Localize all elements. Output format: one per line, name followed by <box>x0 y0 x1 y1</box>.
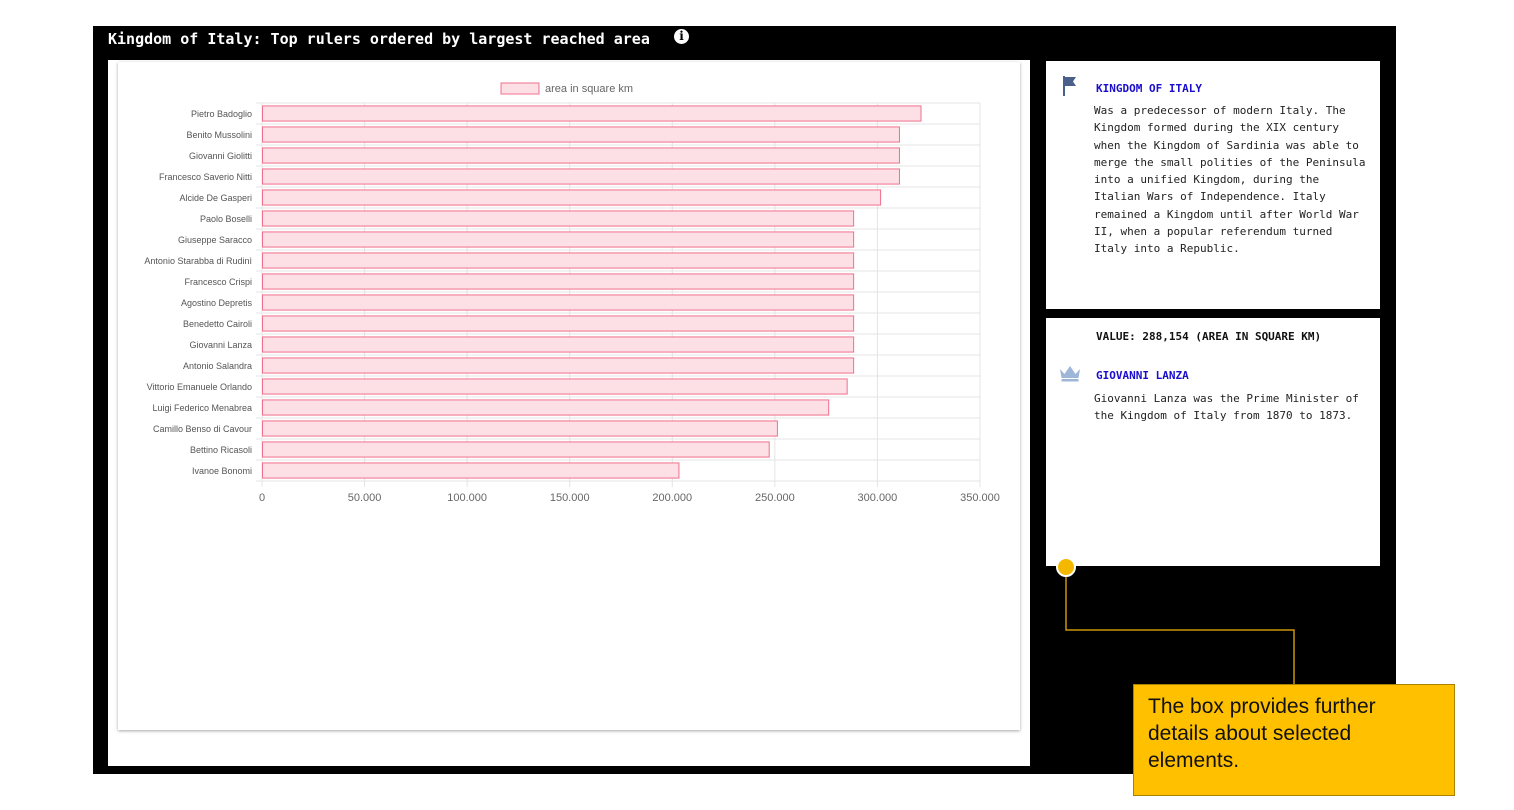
callout-marker <box>1056 557 1076 577</box>
callout-box: The box provides further details about s… <box>1133 684 1455 796</box>
